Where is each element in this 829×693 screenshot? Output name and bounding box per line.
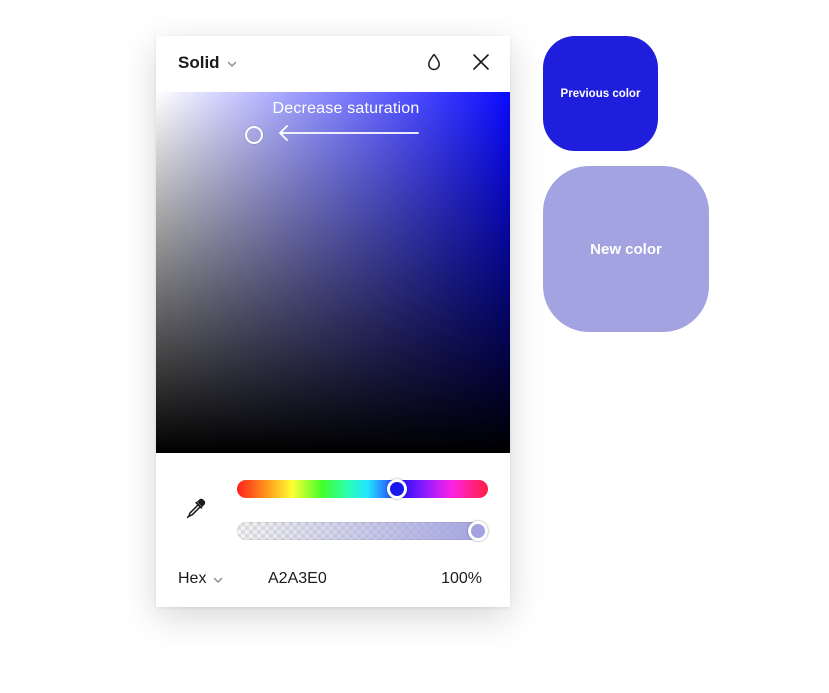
color-picker-panel: Solid Decrease saturation Hex A2A3E0 100…: [156, 36, 510, 607]
chevron-down-icon: [212, 573, 224, 585]
droplet-icon: [426, 53, 442, 76]
saturation-hint: Decrease saturation: [272, 100, 420, 117]
saturation-handle[interactable]: [245, 126, 263, 144]
chevron-down-icon: [226, 57, 238, 69]
styles-button[interactable]: [420, 50, 448, 78]
previous-color-label: Previous color: [560, 87, 641, 100]
hue-handle[interactable]: [387, 479, 408, 499]
color-format-dropdown[interactable]: Hex: [178, 567, 224, 591]
fill-type-dropdown[interactable]: Solid: [178, 50, 238, 76]
opacity-track: [237, 522, 488, 540]
color-format-label: Hex: [178, 570, 207, 587]
opacity-input[interactable]: 100%: [416, 567, 482, 591]
opacity-handle[interactable]: [468, 521, 488, 541]
saturation-brightness-area[interactable]: Decrease saturation: [156, 92, 510, 453]
close-button[interactable]: [467, 50, 495, 78]
arrow-left-icon: [278, 125, 420, 146]
close-icon: [472, 53, 490, 76]
new-color-swatch: New color: [543, 166, 709, 332]
fill-type-label: Solid: [178, 53, 220, 72]
eyedropper-icon: [184, 496, 208, 525]
previous-color-swatch[interactable]: Previous color: [543, 36, 658, 151]
hex-input[interactable]: A2A3E0: [268, 567, 378, 591]
picker-header: Solid: [156, 36, 510, 92]
new-color-label: New color: [590, 240, 662, 258]
hue-slider[interactable]: [237, 479, 488, 499]
eyedropper-button[interactable]: [182, 496, 210, 524]
opacity-slider[interactable]: [237, 521, 488, 541]
